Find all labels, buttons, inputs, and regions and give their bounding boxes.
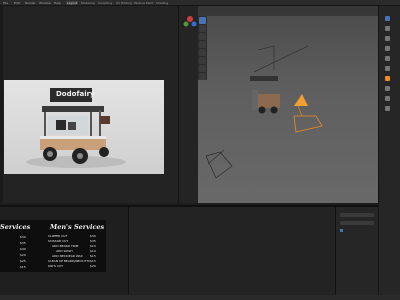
scale-icon[interactable] xyxy=(199,49,206,56)
service-price: $20 xyxy=(90,264,96,268)
property-field[interactable] xyxy=(340,213,374,217)
particles-tab[interactable] xyxy=(385,96,390,101)
service-price: $10 xyxy=(90,249,96,253)
status-bar xyxy=(0,295,400,300)
left-price: $15 xyxy=(20,265,26,269)
property-field[interactable] xyxy=(340,221,374,225)
transform-icon[interactable] xyxy=(199,57,206,64)
service-name: CLIPPER CUT xyxy=(48,234,68,238)
service-price: $15 xyxy=(90,259,96,263)
viewport-toolbar xyxy=(198,16,207,80)
service-price: $10 xyxy=(90,244,96,248)
left-price: $20 xyxy=(20,253,26,257)
service-name: KID'S CUT xyxy=(48,264,63,268)
service-price: $30 xyxy=(90,234,96,238)
scene-properties-tab[interactable] xyxy=(385,56,390,61)
tab-uv-editing[interactable]: UV Editing xyxy=(115,1,133,5)
tab-sculpting[interactable]: Sculpting xyxy=(97,1,113,5)
viewport-header xyxy=(198,6,378,16)
service-price: $15 xyxy=(90,254,96,258)
left-price: $40 xyxy=(20,247,26,251)
viewport-side-column xyxy=(178,6,198,203)
gizmo-axis-icon[interactable] xyxy=(181,10,199,40)
move-icon[interactable] xyxy=(199,33,206,40)
tab-texture-paint[interactable]: Texture Paint xyxy=(133,1,154,5)
service-name: ADD NECK/EAR WAX xyxy=(52,254,83,258)
mens-services-title: Men's Services xyxy=(50,223,105,231)
viewport-scene xyxy=(205,45,323,179)
tab-shading[interactable]: Shading xyxy=(155,1,169,5)
tab-layout[interactable]: Layout xyxy=(66,1,79,5)
physics-tab[interactable] xyxy=(385,106,390,111)
checkbox[interactable] xyxy=(340,229,343,232)
modifier-properties-tab[interactable] xyxy=(385,86,390,91)
view-layer-tab[interactable] xyxy=(385,46,390,51)
service-price: $35 xyxy=(90,239,96,243)
output-properties-tab[interactable] xyxy=(385,36,390,41)
rotate-icon[interactable] xyxy=(199,41,206,48)
service-name: CLEAN UP BEARD/NECK ETC xyxy=(48,259,91,263)
world-properties-tab[interactable] xyxy=(385,66,390,71)
3d-viewport[interactable] xyxy=(198,6,378,203)
measure-icon[interactable] xyxy=(199,73,206,80)
left-panel-strip xyxy=(0,6,3,203)
services-title: Services xyxy=(0,223,31,231)
tab-modeling[interactable]: Modeling xyxy=(80,1,96,5)
left-price: $25 xyxy=(20,259,26,263)
properties-tab-column xyxy=(378,6,400,300)
object-properties-tab[interactable] xyxy=(385,76,390,81)
service-name: ADD BEARD TRIM xyxy=(52,244,79,248)
cursor-icon[interactable] xyxy=(199,25,206,32)
select-box-icon[interactable] xyxy=(199,17,206,24)
render-properties-tab[interactable] xyxy=(385,26,390,31)
tool-properties-tab[interactable] xyxy=(385,16,390,21)
service-name: SCISSOR CUT xyxy=(48,239,69,243)
service-name: ADD WASH xyxy=(56,249,73,253)
menu-board-image: Services Men's Services $30 $35 $40 $20 … xyxy=(0,220,106,272)
left-price: $35 xyxy=(20,241,26,245)
timeline-panel[interactable] xyxy=(128,205,335,300)
render-preview: Dodofairy xyxy=(4,80,164,174)
cart-sign-text: Dodofairy xyxy=(56,90,95,98)
left-price: $30 xyxy=(20,235,26,239)
side-properties-panel xyxy=(335,205,378,300)
annotate-icon[interactable] xyxy=(199,65,206,72)
